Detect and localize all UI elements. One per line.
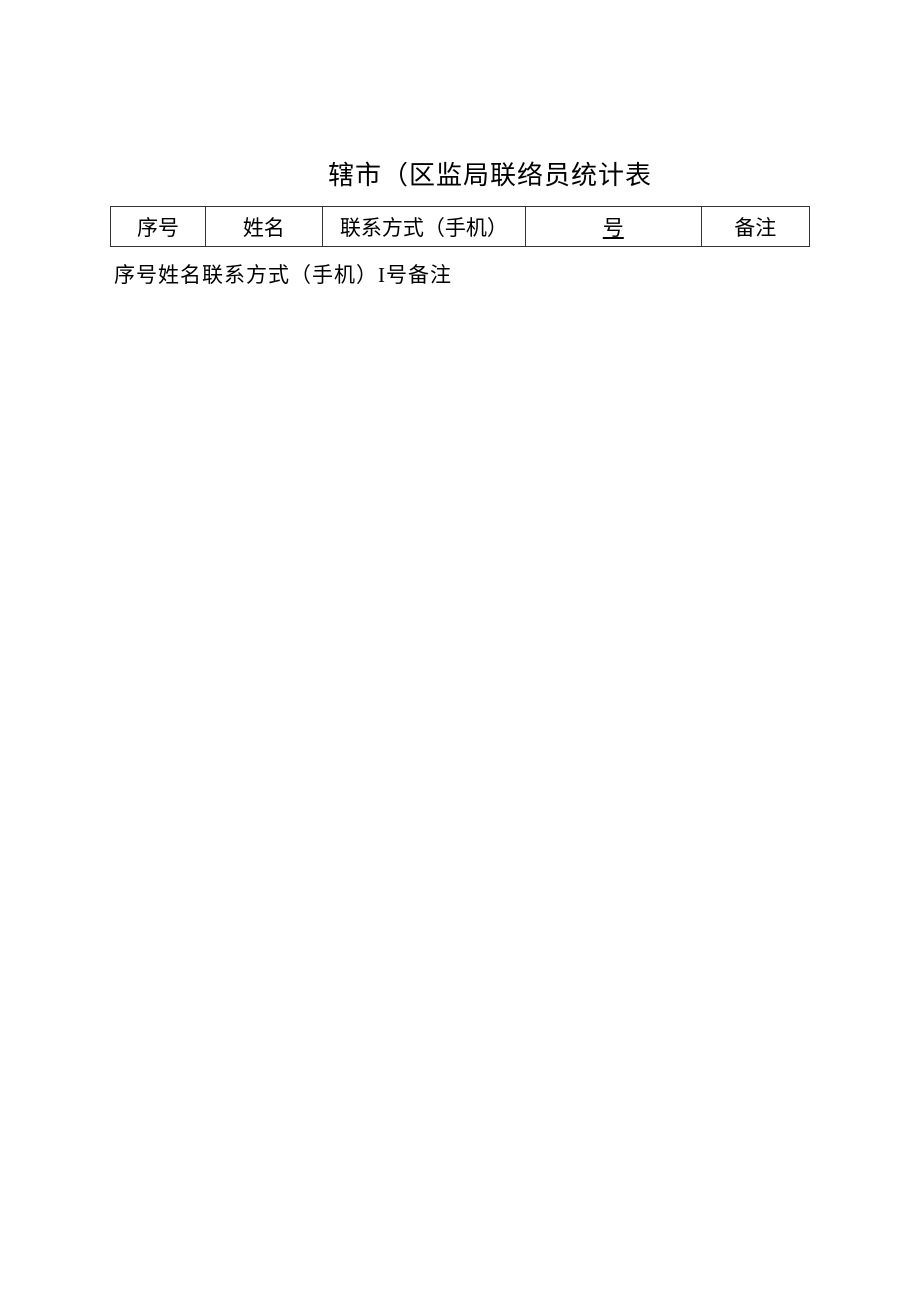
table-header-row: 序号 姓名 联系方式（手机） 号 备注	[111, 207, 810, 247]
header-name: 姓名	[205, 207, 322, 247]
document-title: 辖市（区监局联络员统计表	[110, 155, 810, 192]
header-seq: 序号	[111, 207, 206, 247]
footer-text: 序号姓名联系方式（手机）I号备注	[110, 259, 810, 289]
liaison-table: 序号 姓名 联系方式（手机） 号 备注	[110, 206, 810, 247]
header-hao: 号	[526, 207, 702, 247]
header-remark: 备注	[701, 207, 809, 247]
document-page: 辖市（区监局联络员统计表 序号 姓名 联系方式（手机） 号 备注 序号姓名联系方…	[0, 0, 920, 289]
header-contact: 联系方式（手机）	[322, 207, 525, 247]
